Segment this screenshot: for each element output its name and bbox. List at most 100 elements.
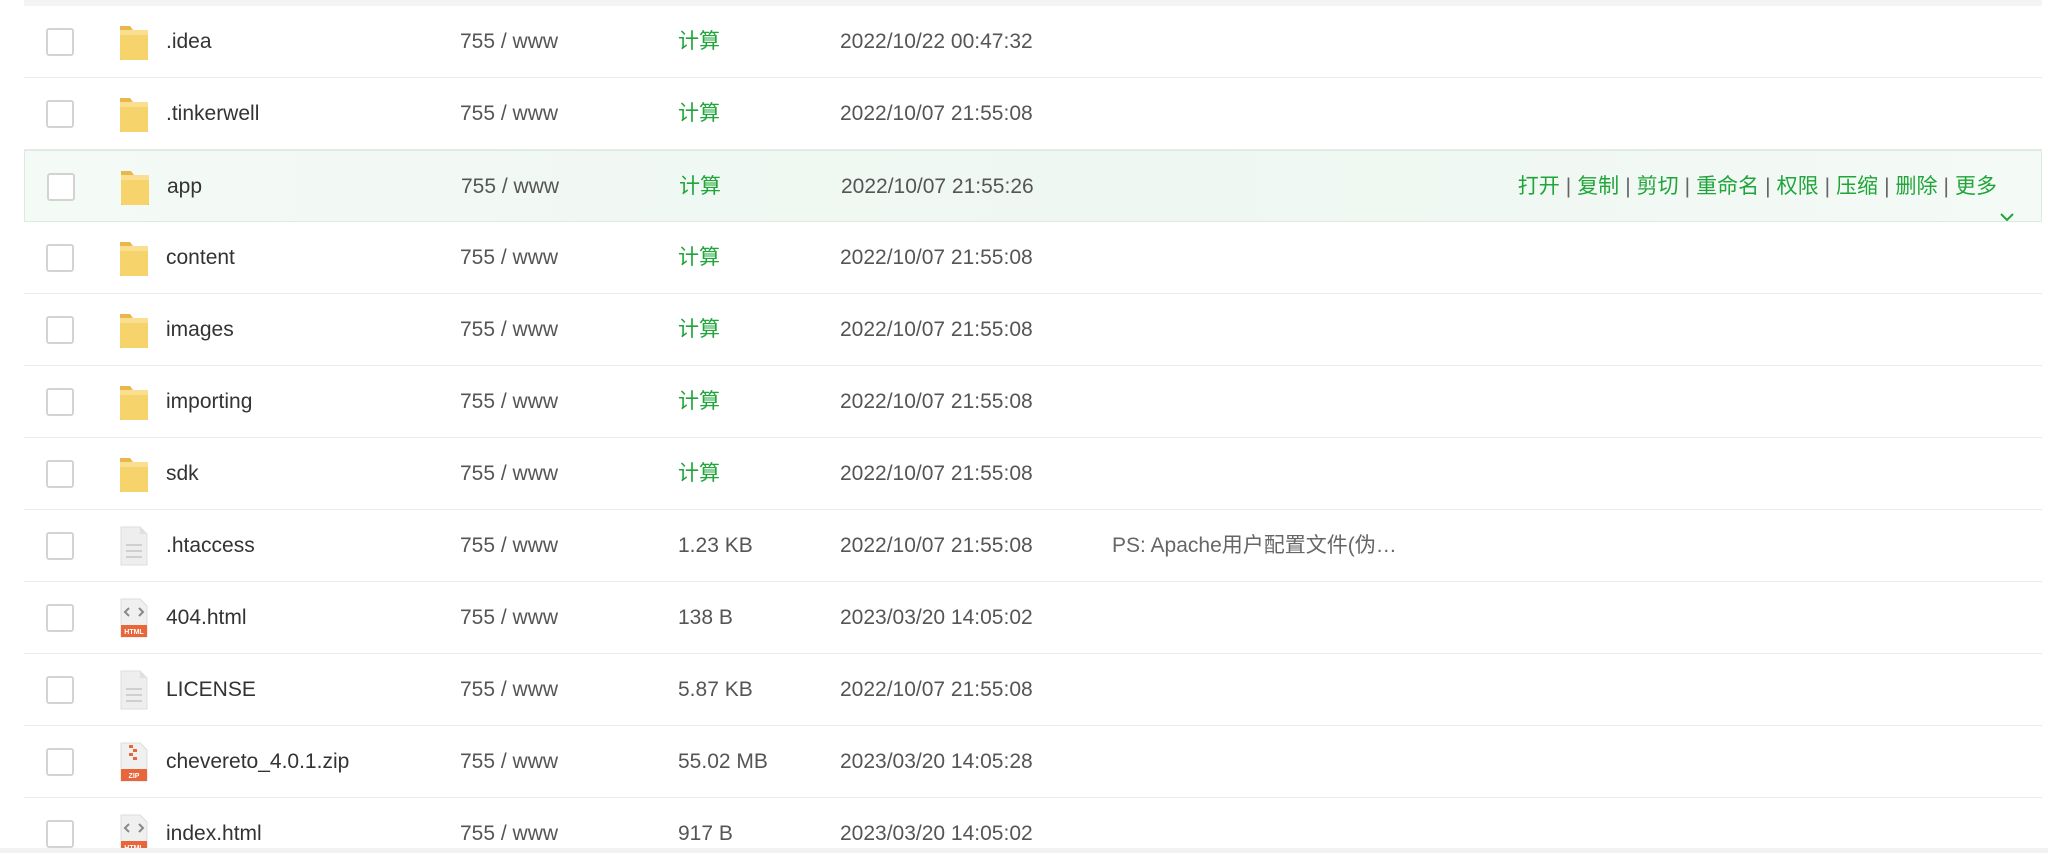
row-action-5[interactable]: 压缩 [1836, 175, 1878, 198]
file-permission[interactable]: 755 / www [460, 78, 558, 150]
row-checkbox[interactable] [46, 604, 74, 632]
file-permission[interactable]: 755 / www [460, 798, 558, 848]
file-size: 1.23 KB [678, 534, 753, 557]
action-separator: | [1765, 175, 1771, 198]
file-modified-time: 2023/03/20 14:05:28 [840, 750, 1033, 773]
file-row[interactable]: .idea 755 / www 计算 2022/10/22 00:47:32 [24, 6, 2042, 78]
folder-icon[interactable] [118, 452, 150, 496]
row-action-0[interactable]: 打开 [1518, 175, 1560, 198]
action-separator: | [1684, 175, 1691, 198]
action-separator: | [1943, 175, 1949, 198]
folder-icon[interactable] [119, 165, 151, 209]
file-modified-time: 2023/03/20 14:05:02 [840, 822, 1033, 845]
file-row[interactable]: ZIP chevereto_4.0.1.zip 755 / www 55.02 MB… [24, 726, 2042, 798]
folder-icon[interactable] [118, 20, 150, 64]
file-name[interactable]: 404.html [166, 582, 247, 654]
calculate-size-link[interactable]: 计算 [678, 438, 720, 510]
file-name[interactable]: index.html [166, 798, 262, 848]
row-checkbox[interactable] [46, 532, 74, 560]
calculate-size-link[interactable]: 计算 [679, 151, 721, 223]
folder-icon[interactable] [118, 308, 150, 352]
file-name[interactable]: images [166, 294, 234, 366]
calculate-size-link[interactable]: 计算 [678, 366, 720, 438]
file-name[interactable]: importing [166, 366, 252, 438]
file-size: 917 B [678, 822, 733, 845]
row-checkbox[interactable] [46, 28, 74, 56]
file-permission[interactable]: 755 / www [460, 582, 558, 654]
row-action-1[interactable]: 复制 [1577, 175, 1619, 198]
file-row[interactable]: HTML 404.html 755 / www 138 B 2023/03/20 14… [24, 582, 2042, 654]
row-checkbox[interactable] [46, 316, 74, 344]
chevron-down-icon[interactable] [1999, 181, 2015, 222]
file-modified-time: 2022/10/22 00:47:32 [840, 30, 1033, 53]
file-row[interactable]: .tinkerwell 755 / www 计算 2022/10/07 21:55:0… [24, 78, 2042, 150]
row-checkbox[interactable] [46, 388, 74, 416]
file-row[interactable]: importing 755 / www 计算 2022/10/07 21:55:08 [24, 366, 2042, 438]
row-action-2[interactable]: 剪切 [1637, 175, 1679, 198]
row-action-7[interactable]: 更多 [1955, 175, 1997, 198]
calculate-size-link[interactable]: 计算 [678, 6, 720, 78]
file-modified-time: 2022/10/07 21:55:26 [841, 175, 1034, 198]
file-permission[interactable]: 755 / www [460, 510, 558, 582]
row-action-3[interactable]: 重命名 [1696, 175, 1759, 198]
html-file-icon[interactable]: HTML [118, 812, 150, 848]
zip-file-icon[interactable]: ZIP [118, 740, 150, 784]
file-name[interactable]: LICENSE [166, 654, 256, 726]
file-row[interactable]: app 755 / www 计算 2022/10/07 21:55:26 打开 | 复制 | 剪… [24, 150, 2042, 222]
file-name[interactable]: .idea [166, 6, 212, 78]
calculate-size-link[interactable]: 计算 [678, 222, 720, 294]
file-name[interactable]: sdk [166, 438, 199, 510]
file-row[interactable]: sdk 755 / www 计算 2022/10/07 21:55:08 [24, 438, 2042, 510]
file-permission[interactable]: 755 / www [461, 151, 559, 223]
row-actions: 打开 | 复制 | 剪切 | 重命名 | 权限 | 压缩 | 删除 | 更多 [1518, 151, 2015, 223]
file-size: 5.87 KB [678, 678, 753, 701]
file-size: 138 B [678, 606, 733, 629]
file-row[interactable]: content 755 / www 计算 2022/10/07 21:55:08 [24, 222, 2042, 294]
file-remark[interactable]: PS: Apache用户配置文件(伪… [1112, 510, 1397, 582]
file-name[interactable]: .tinkerwell [166, 78, 259, 150]
row-checkbox[interactable] [46, 460, 74, 488]
row-checkbox[interactable] [47, 173, 75, 201]
file-modified-time: 2022/10/07 21:55:08 [840, 102, 1033, 125]
file-permission[interactable]: 755 / www [460, 6, 558, 78]
file-row[interactable]: .htaccess 755 / www 1.23 KB 2022/10/07 21:5… [24, 510, 2042, 582]
folder-icon[interactable] [118, 380, 150, 424]
file-modified-time: 2022/10/07 21:55:08 [840, 534, 1033, 557]
file-permission[interactable]: 755 / www [460, 366, 558, 438]
file-name[interactable]: .htaccess [166, 510, 255, 582]
file-row[interactable]: images 755 / www 计算 2022/10/07 21:55:08 [24, 294, 2042, 366]
row-action-6[interactable]: 删除 [1896, 175, 1938, 198]
file-permission[interactable]: 755 / www [460, 438, 558, 510]
file-size: 55.02 MB [678, 750, 768, 773]
text-file-icon[interactable] [118, 524, 150, 568]
calculate-size-link[interactable]: 计算 [678, 78, 720, 150]
html-file-icon[interactable]: HTML [118, 596, 150, 640]
row-checkbox[interactable] [46, 100, 74, 128]
file-permission[interactable]: 755 / www [460, 654, 558, 726]
row-action-4[interactable]: 权限 [1777, 175, 1819, 198]
folder-icon[interactable] [118, 236, 150, 280]
text-file-icon[interactable] [118, 668, 150, 712]
calculate-size-link[interactable]: 计算 [678, 294, 720, 366]
action-separator: | [1565, 175, 1572, 198]
action-separator: | [1824, 175, 1831, 198]
file-permission[interactable]: 755 / www [460, 222, 558, 294]
row-checkbox[interactable] [46, 676, 74, 704]
file-row[interactable]: LICENSE 755 / www 5.87 KB 2022/10/07 21:55:… [24, 654, 2042, 726]
row-checkbox[interactable] [46, 820, 74, 848]
file-name[interactable]: app [167, 151, 202, 223]
file-permission[interactable]: 755 / www [460, 294, 558, 366]
page-bottom-edge [0, 848, 2048, 853]
folder-icon[interactable] [118, 92, 150, 136]
svg-text:HTML: HTML [124, 629, 144, 636]
file-modified-time: 2023/03/20 14:05:02 [840, 606, 1033, 629]
file-name[interactable]: content [166, 222, 235, 294]
file-name[interactable]: chevereto_4.0.1.zip [166, 726, 349, 798]
file-modified-time: 2022/10/07 21:55:08 [840, 678, 1033, 701]
file-row[interactable]: HTML index.html 755 / www 917 B 2023/03/20 … [24, 798, 2042, 848]
row-checkbox[interactable] [46, 748, 74, 776]
file-modified-time: 2022/10/07 21:55:08 [840, 390, 1033, 413]
file-permission[interactable]: 755 / www [460, 726, 558, 798]
svg-text:ZIP: ZIP [129, 773, 140, 780]
row-checkbox[interactable] [46, 244, 74, 272]
